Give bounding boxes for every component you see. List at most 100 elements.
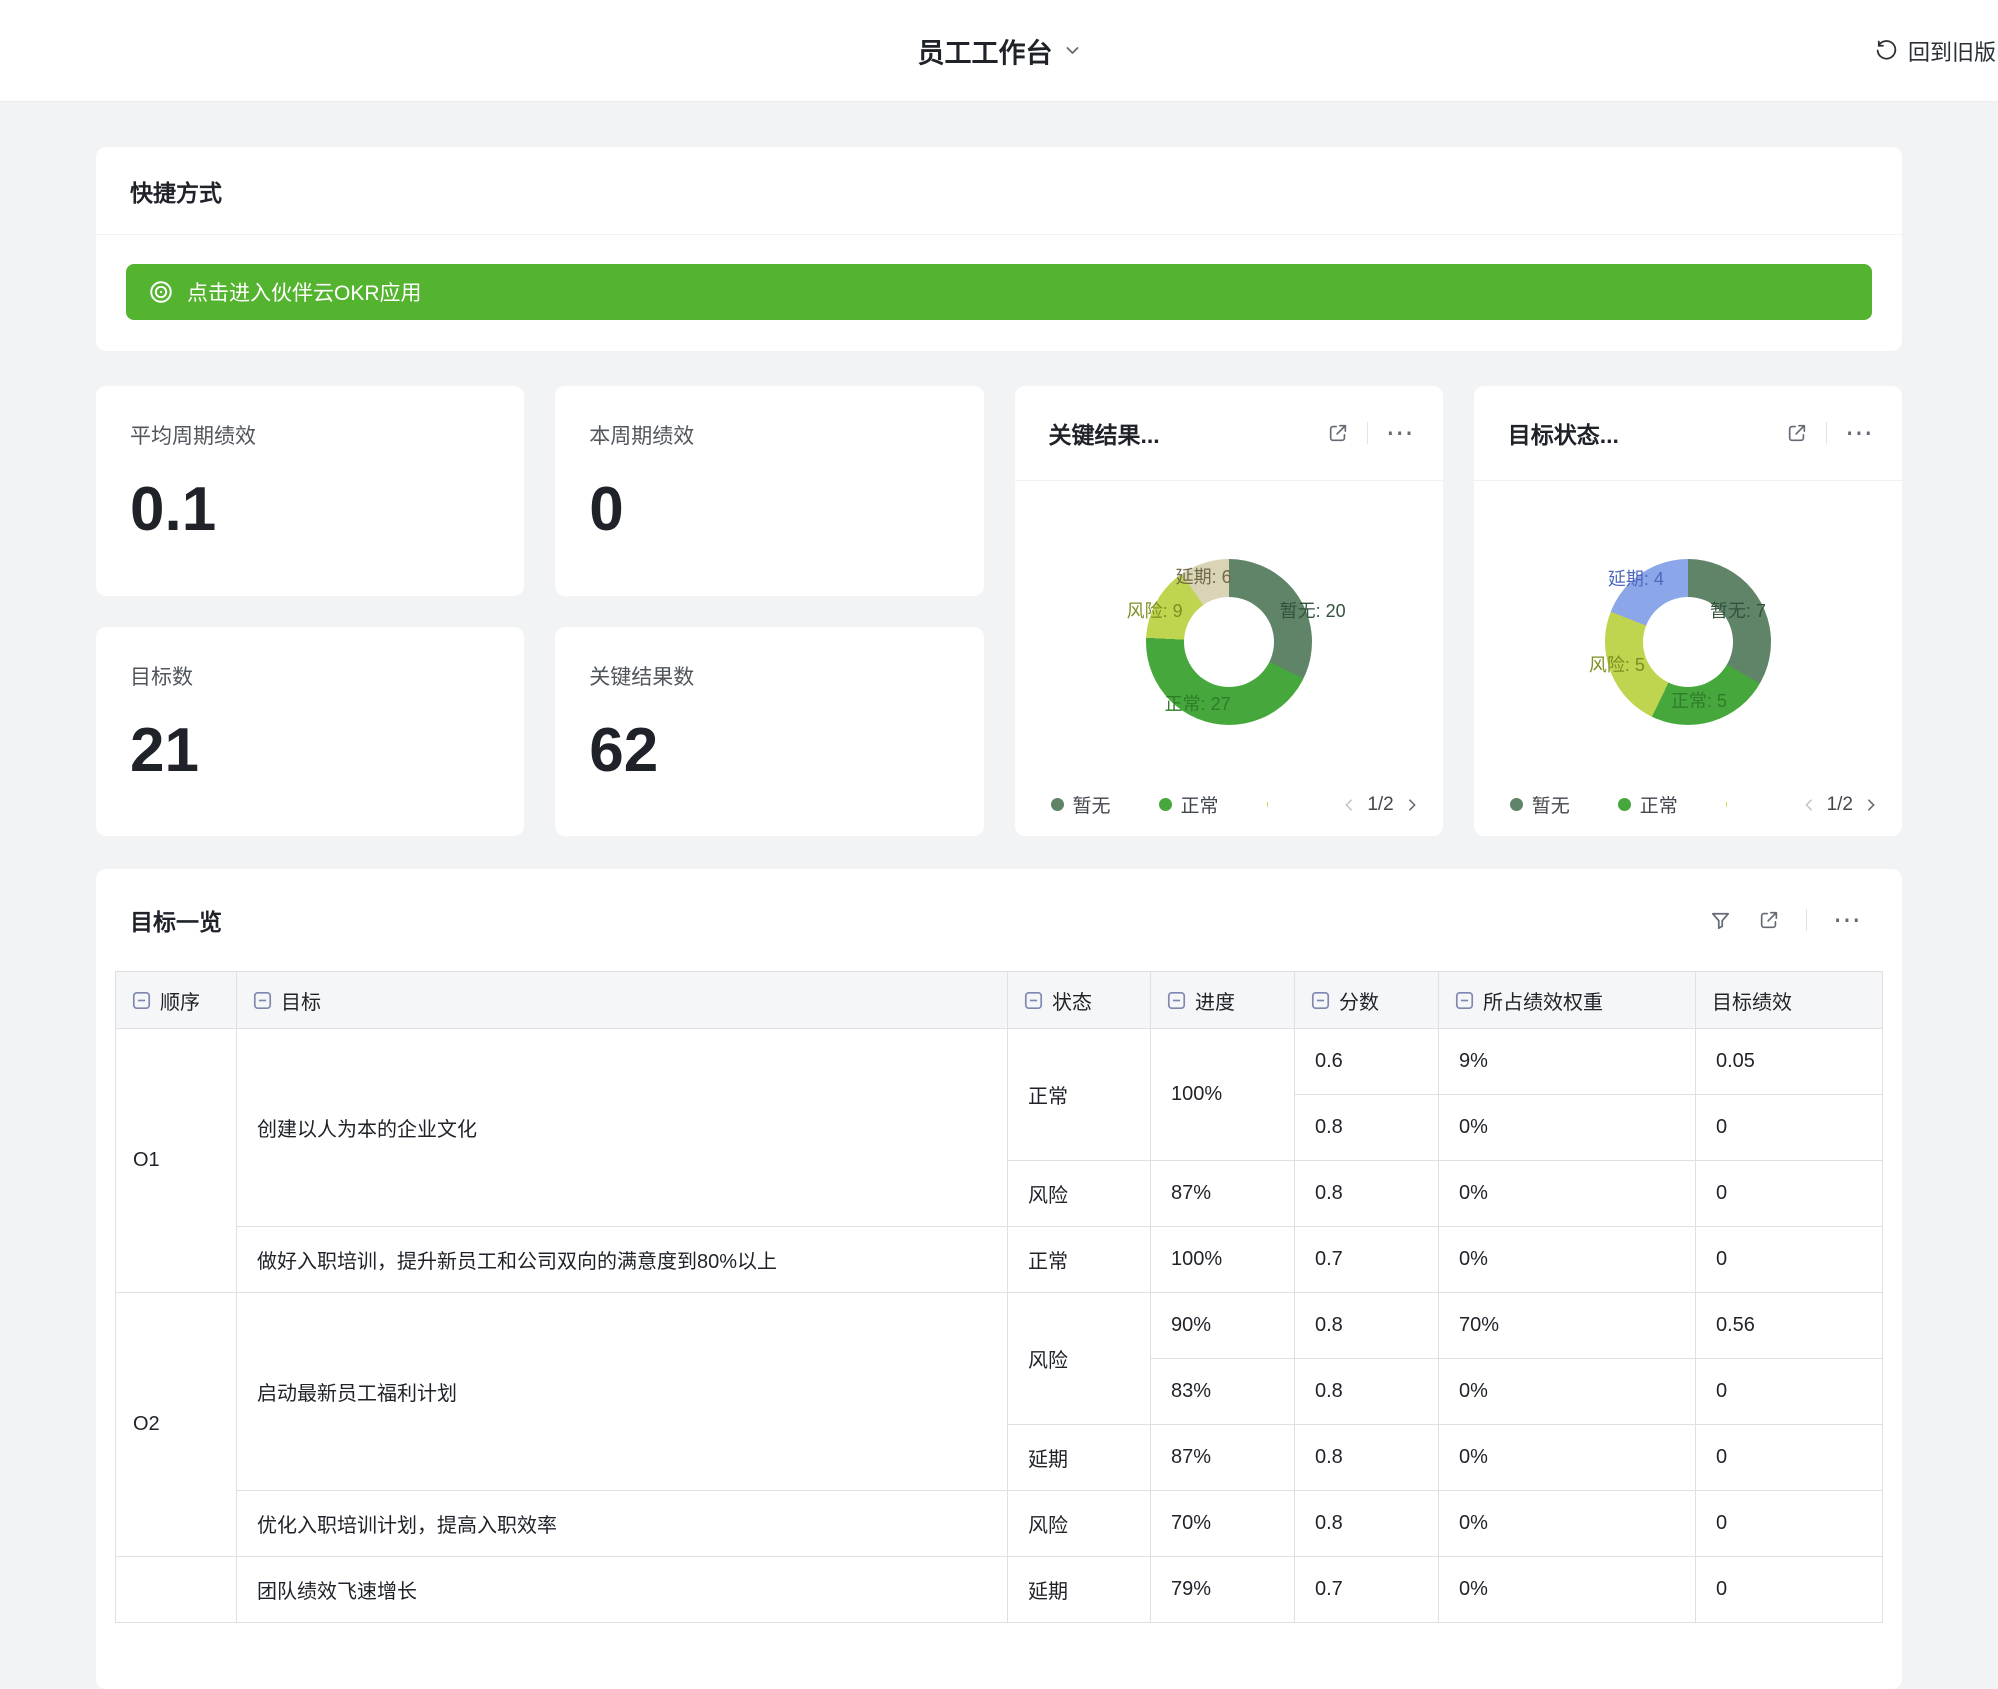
column-header-label: 所占绩效权重 (1483, 986, 1603, 1015)
stat-card-key-result-count: 关键结果数 62 (555, 627, 983, 837)
open-in-new-icon[interactable] (1786, 422, 1808, 444)
pager-next-icon[interactable] (1864, 798, 1878, 812)
progress-cell: 87% (1171, 1182, 1211, 1204)
chart-title: 目标状态... (1508, 416, 1619, 450)
open-in-new-icon[interactable] (1327, 422, 1349, 444)
legend-dot (1159, 798, 1172, 811)
back-to-old-label: 回到旧版 (1908, 35, 1996, 67)
collapse-column-icon[interactable] (253, 991, 272, 1010)
weight-cell: 9% (1459, 1050, 1488, 1072)
collapse-column-icon[interactable] (1311, 991, 1330, 1010)
stat-value: 62 (589, 715, 949, 786)
score-cell: 0.6 (1315, 1050, 1343, 1072)
pager-label: 1/2 (1367, 794, 1393, 816)
open-in-new-icon[interactable] (1758, 909, 1780, 931)
chart-title: 关键结果... (1049, 416, 1160, 450)
table-row: 做好入职培训，提升新员工和公司双向的满意度到80%以上 正常 100% 0.7 … (116, 1227, 1883, 1293)
legend-item[interactable]: 正常 (1618, 791, 1678, 818)
legend-item[interactable]: 风险 (1726, 791, 1727, 818)
goal-cell: 启动最新员工福利计划 (257, 1383, 457, 1405)
score-cell: 0.7 (1315, 1248, 1343, 1270)
order-cell: O1 (133, 1149, 160, 1171)
status-cell: 正常 (1028, 1251, 1068, 1273)
chart-body: 延期: 4 暂无: 7 风险: 5 正常: 5 (1474, 559, 1902, 725)
slice-label-delayed: 延期: 6 (1176, 563, 1232, 589)
weight-cell: 0% (1459, 1578, 1488, 1600)
more-options-icon[interactable]: ⋯ (1386, 423, 1415, 443)
progress-cell: 100% (1171, 1248, 1222, 1270)
score-cell: 0.7 (1315, 1578, 1343, 1600)
goal-cell: 创建以人为本的企业文化 (257, 1119, 477, 1141)
chart-legend: 暂无 正常 风险 (1051, 791, 1268, 818)
column-header-label: 顺序 (160, 986, 200, 1015)
slice-label-delayed: 延期: 4 (1608, 565, 1664, 591)
pager-label: 1/2 (1827, 794, 1853, 816)
goals-title: 目标一览 (130, 903, 222, 937)
stat-card-goal-count: 目标数 21 (96, 627, 524, 837)
score-cell: 0.8 (1315, 1116, 1343, 1138)
shortcuts-title: 快捷方式 (96, 147, 1902, 235)
status-cell: 延期 (1028, 1581, 1068, 1603)
key-results-chart-card: 关键结果... ⋯ 延期: 6 暂无: 20 风险: 9 正常: 27 (1015, 386, 1443, 836)
weight-cell: 0% (1459, 1380, 1488, 1402)
table-header-row: 顺序 目标 状态 进度 分数 所占绩效权重 目标绩效 (116, 972, 1883, 1029)
stat-card-avg-cycle-performance: 平均周期绩效 0.1 (96, 386, 524, 596)
perf-cell: 0 (1716, 1512, 1727, 1534)
legend-item[interactable]: 暂无 (1510, 791, 1570, 818)
more-options-icon[interactable]: ⋯ (1845, 423, 1874, 443)
weight-cell: 70% (1459, 1314, 1499, 1336)
okr-app-button-label: 点击进入伙伴云OKR应用 (187, 277, 422, 307)
filter-icon[interactable] (1709, 909, 1732, 932)
legend-dot (1267, 798, 1268, 811)
status-cell: 风险 (1028, 1350, 1068, 1372)
legend-pager: 1/2 (1802, 794, 1878, 816)
page-title: 员工工作台 (918, 31, 1053, 70)
top-header: 员工工作台 回到旧版 (0, 0, 1998, 102)
stat-column-1: 平均周期绩效 0.1 目标数 21 (96, 386, 524, 836)
slice-label-none: 暂无: 20 (1280, 597, 1346, 623)
goal-cell: 团队绩效飞速增长 (257, 1581, 417, 1603)
perf-cell: 0 (1716, 1116, 1727, 1138)
legend-item[interactable]: 暂无 (1051, 791, 1111, 818)
status-cell: 延期 (1028, 1449, 1068, 1471)
weight-cell: 0% (1459, 1512, 1488, 1534)
legend-item[interactable]: 风险 (1267, 791, 1268, 818)
weight-cell: 0% (1459, 1446, 1488, 1468)
goal-cell: 优化入职培训计划，提高入职效率 (257, 1515, 557, 1537)
workspace-switcher[interactable]: 员工工作台 (918, 31, 1081, 70)
weight-cell: 0% (1459, 1182, 1488, 1204)
perf-cell: 0 (1716, 1578, 1727, 1600)
score-cell: 0.8 (1315, 1512, 1343, 1534)
okr-app-button[interactable]: 点击进入伙伴云OKR应用 (126, 264, 1872, 320)
collapse-column-icon[interactable] (1167, 991, 1186, 1010)
back-to-old-version-button[interactable]: 回到旧版 (1874, 35, 1996, 67)
score-cell: 0.8 (1315, 1446, 1343, 1468)
pager-prev-icon[interactable] (1802, 798, 1816, 812)
score-cell: 0.8 (1315, 1314, 1343, 1336)
stat-value: 0.1 (130, 474, 490, 545)
stat-label: 平均周期绩效 (130, 420, 490, 450)
slice-label-risk: 风险: 5 (1589, 651, 1645, 677)
goal-status-chart-card: 目标状态... ⋯ 延期: 4 暂无: 7 风险: 5 正常: 5 (1474, 386, 1902, 836)
stat-label: 目标数 (130, 661, 490, 691)
pager-next-icon[interactable] (1405, 798, 1419, 812)
goals-overview-card: 目标一览 ⋯ 顺序 (96, 869, 1902, 1689)
perf-cell: 0.56 (1716, 1314, 1755, 1336)
status-cell: 风险 (1028, 1515, 1068, 1537)
stat-value: 21 (130, 715, 490, 786)
slice-label-none: 暂无: 7 (1710, 597, 1766, 623)
more-options-icon[interactable]: ⋯ (1833, 910, 1862, 930)
chevron-down-icon (1065, 43, 1081, 59)
status-cell: 风险 (1028, 1185, 1068, 1207)
slice-label-normal: 正常: 27 (1165, 690, 1231, 716)
perf-cell: 0.05 (1716, 1050, 1755, 1072)
goals-table: 顺序 目标 状态 进度 分数 所占绩效权重 目标绩效 (115, 971, 1883, 1623)
legend-item[interactable]: 正常 (1159, 791, 1219, 818)
collapse-column-icon[interactable] (1455, 991, 1474, 1010)
pager-prev-icon[interactable] (1342, 798, 1356, 812)
collapse-column-icon[interactable] (132, 991, 151, 1010)
legend-dot (1051, 798, 1064, 811)
status-cell: 正常 (1028, 1086, 1068, 1108)
collapse-column-icon[interactable] (1024, 991, 1043, 1010)
progress-cell: 83% (1171, 1380, 1211, 1402)
